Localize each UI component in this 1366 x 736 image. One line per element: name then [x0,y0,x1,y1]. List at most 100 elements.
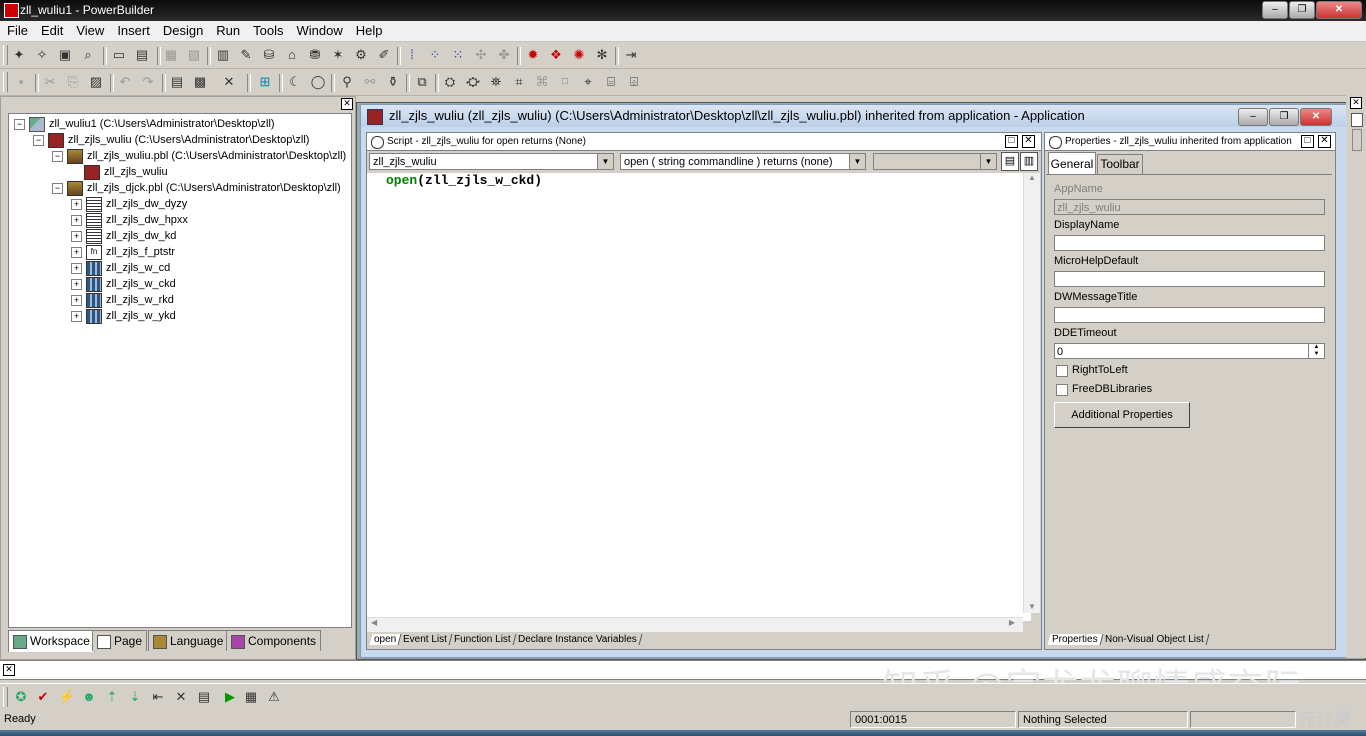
tree-window[interactable]: + zll_zjls_w_cd [71,260,170,276]
debug-icon[interactable]: ✹ [524,46,542,64]
go-to-icon[interactable]: ⚱ [384,73,402,91]
redo-icon[interactable]: ↷ [139,73,157,91]
menu-run[interactable]: Run [209,21,246,38]
step-over-icon[interactable]: ⇣ [126,688,144,706]
tree-datawindow[interactable]: + zll_zjls_dw_hpxx [71,212,188,228]
script-editor[interactable]: open(zll_zjls_w_ckd) [367,173,1031,621]
script-icon[interactable]: ▥ [214,46,232,64]
close-icon[interactable]: ✕ [341,98,353,110]
replace-icon[interactable]: ⚯ [361,73,379,91]
dock-icon[interactable] [1351,113,1363,127]
select-all-icon[interactable]: ▤ [168,73,186,91]
paste-local-icon[interactable]: ⌹ [625,73,643,91]
find-icon[interactable]: ⚲ [338,73,356,91]
open-icon[interactable]: ▣ [56,46,74,64]
smiley-icon[interactable]: ☻ [80,688,98,706]
paste-global-icon[interactable]: ⌑ [556,73,574,91]
event-dropdown[interactable]: open ( string commandline ) returns (non… [620,153,866,170]
split-vertical-icon[interactable]: ▤ [1001,152,1019,171]
tree-window[interactable]: + zll_zjls_w_ckd [71,276,176,292]
freedblibraries-checkbox[interactable] [1056,384,1068,396]
tab-properties[interactable]: Properties [1047,634,1104,645]
incremental-icon[interactable]: ✣ [472,46,490,64]
deploy-project-icon[interactable]: ⁙ [449,46,467,64]
paste-arg-icon[interactable]: ⌘ [533,73,551,91]
maximize-pane-icon[interactable]: □ [1301,135,1314,148]
copy-icon[interactable]: ⎘ [64,73,82,91]
minimize-button[interactable]: – [1262,1,1288,19]
new-icon[interactable]: ✦ [10,46,28,64]
object-dropdown[interactable]: zll_zjls_wuliu ▼ [369,153,614,170]
tab-components[interactable]: Components [226,630,322,651]
tree-library[interactable]: − zll_zjls_djck.pbl (C:\Users\Administrat… [52,180,341,196]
browser-icon[interactable]: ⌕ [79,46,97,64]
copy-view-icon[interactable]: ▧ [185,46,203,64]
tab-event-list[interactable]: Event List [398,634,453,645]
exit-icon[interactable]: ⇥ [622,46,640,64]
pipeline-icon[interactable]: ⚙ [352,46,370,64]
tree-datawindow[interactable]: + zll_zjls_dw_kd [71,228,176,244]
lightning-icon[interactable]: ⚡ [58,688,76,706]
properties-view-icon[interactable]: ▤ [133,46,151,64]
paste-function-icon[interactable]: ⛯ [487,73,505,91]
restore-button[interactable]: ❐ [1289,1,1315,19]
compile-icon[interactable]: ⊞ [256,73,274,91]
select-debug-icon[interactable]: ❖ [547,46,565,64]
close-button[interactable]: ✕ [1316,1,1362,19]
tab-toolbar[interactable]: Toolbar [1097,154,1143,174]
additional-properties-button[interactable]: Additional Properties [1054,402,1190,428]
paste-sql-icon[interactable]: ⛭ [441,73,459,91]
cut-view-icon[interactable]: ▦ [162,46,180,64]
displayname-field[interactable] [1054,235,1325,251]
save-icon[interactable]: ▪ [12,73,30,91]
paste-icon[interactable]: ▨ [87,73,105,91]
run-icon[interactable]: ✺ [570,46,588,64]
tab-non-visual-object-list[interactable]: Non-Visual Object List [1100,634,1209,645]
menu-edit[interactable]: Edit [34,21,69,38]
run-debug-icon[interactable]: ✪ [12,688,30,706]
tree-workspace[interactable]: − zll_wuliu1 (C:\Users\Administrator\Desk… [14,116,275,132]
comment-icon[interactable]: ☾ [286,73,304,91]
tree-window[interactable]: + zll_zjls_w_ykd [71,308,176,324]
paste-instance-icon[interactable]: ⌖ [579,73,597,91]
tree-window[interactable]: + zll_zjls_w_rkd [71,292,174,308]
spin-arrows-icon[interactable]: ▲ ▼ [1308,344,1324,358]
layout-icon[interactable]: ▭ [110,46,128,64]
ddetimeout-stepper[interactable]: 0 ▲ ▼ [1054,343,1325,359]
menu-file[interactable]: File [0,21,34,38]
database-icon[interactable]: ⛃ [306,46,324,64]
deploy-icon[interactable]: ⁘ [426,46,444,64]
library-painter-icon[interactable]: ⌂ [283,46,301,64]
scrollbar-thumb[interactable] [1352,129,1362,151]
tab-workspace[interactable]: Workspace [8,630,95,652]
tree-application[interactable]: zll_zjls_wuliu [84,164,168,180]
step-out-icon[interactable]: ⇤ [149,688,167,706]
tab-function-list[interactable]: Function List [449,634,517,645]
menu-insert[interactable]: Insert [110,21,156,38]
dwmessagetitle-field[interactable] [1054,307,1325,323]
ancestor-dropdown[interactable]: ▼ [873,153,997,170]
library-icon[interactable]: ✎ [237,46,255,64]
build-icon[interactable]: ⁞ [403,46,421,64]
close-pane-icon[interactable]: ✕ [1022,135,1035,148]
layer-icon[interactable]: ⧉ [413,73,431,91]
tree-function[interactable]: + fn zll_zjls_f_ptstr [71,244,175,260]
restore-button[interactable]: ❐ [1269,108,1299,126]
undo-icon[interactable]: ↶ [116,73,134,91]
uncomment-icon[interactable]: ◯ [309,73,327,91]
menu-view[interactable]: View [69,21,110,38]
stop-icon[interactable]: ✕ [172,688,190,706]
tree-library[interactable]: − zll_zjls_wuliu.pbl (C:\Users\Administra… [52,148,346,164]
menu-window[interactable]: Window [290,21,349,38]
debug-window-icon[interactable]: ✶ [329,46,347,64]
tab-page[interactable]: Page [92,630,148,651]
watch-icon[interactable]: ⚠ [265,688,283,706]
paste-special-icon[interactable]: ▩ [191,73,209,91]
tab-declare-instance-variables[interactable]: Declare Instance Variables [513,634,643,645]
tab-open[interactable]: open [369,634,402,645]
paste-shared-icon[interactable]: ⌸ [602,73,620,91]
vertical-scrollbar[interactable]: ▲ ▼ [1023,173,1040,613]
grid-icon[interactable]: ▦ [242,688,260,706]
close-button[interactable]: ✕ [1300,108,1332,126]
close-icon[interactable]: ✕ [1350,97,1362,109]
